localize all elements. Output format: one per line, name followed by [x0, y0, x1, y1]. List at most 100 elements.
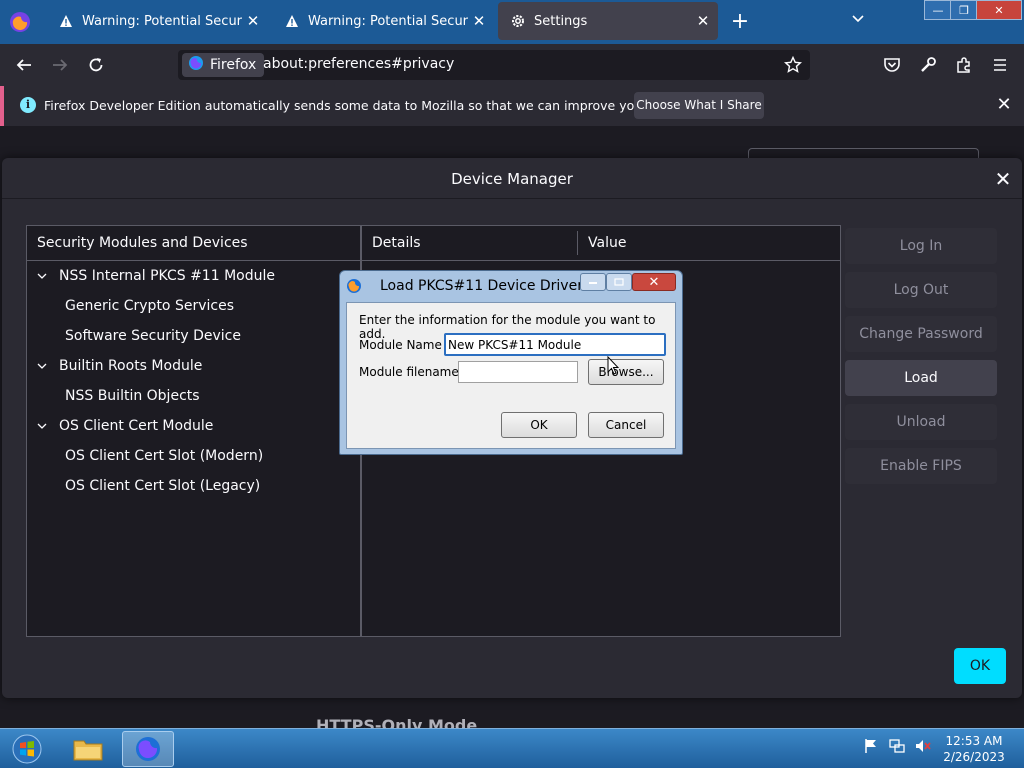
firefox-logo-icon: [188, 55, 204, 75]
tree-item-label: Software Security Device: [65, 328, 241, 344]
tree-item-nss-builtin-objects[interactable]: NSS Builtin Objects: [27, 381, 360, 411]
firefox-logo-icon: [346, 278, 362, 294]
dialog-title: Load PKCS#11 Device Driver: [380, 278, 583, 294]
details-column-header[interactable]: Details: [372, 235, 421, 251]
dialog-close-icon[interactable]: ✕: [992, 168, 1014, 190]
window-minimize-button[interactable]: —: [924, 0, 952, 20]
browse-button[interactable]: Browse...: [588, 359, 664, 385]
pocket-icon[interactable]: [880, 53, 904, 77]
identity-label: Firefox: [210, 57, 257, 73]
start-button-windows-logo-icon[interactable]: [4, 730, 50, 768]
module-name-input[interactable]: New PKCS#11 Module: [444, 333, 666, 356]
identity-box[interactable]: Firefox: [182, 53, 265, 77]
mouse-cursor-icon: [607, 355, 620, 376]
chevron-down-icon[interactable]: [37, 421, 49, 431]
tab-label: Warning: Potential Security Risk Ahead: [82, 13, 242, 29]
notification-close-icon[interactable]: ✕: [994, 95, 1014, 115]
tab-close-icon[interactable]: ✕: [242, 12, 264, 30]
module-filename-label: Module filename: [359, 365, 459, 379]
enable-fips-button[interactable]: Enable FIPS: [845, 448, 997, 484]
tree-column-header[interactable]: Security Modules and Devices: [27, 226, 360, 261]
menu-hamburger-icon[interactable]: [988, 53, 1012, 77]
load-dialog-cancel-button[interactable]: Cancel: [588, 412, 664, 438]
dialog-titlebar[interactable]: Load PKCS#11 Device Driver ✕: [340, 271, 682, 301]
dialog-title: Device Manager: [451, 170, 573, 188]
chevron-down-icon[interactable]: [37, 271, 49, 281]
tree-item-os-client-cert-slot-modern[interactable]: OS Client Cert Slot (Modern): [27, 441, 360, 471]
device-manager-ok-button[interactable]: OK: [954, 648, 1006, 684]
change-password-button[interactable]: Change Password: [845, 316, 997, 352]
tree-item-label: OS Client Cert Slot (Legacy): [65, 478, 261, 494]
gear-icon: [510, 13, 526, 29]
navigation-toolbar: Firefox about:preferences#privacy: [0, 44, 1024, 86]
clock-date: 2/26/2023: [943, 750, 1005, 764]
system-clock[interactable]: 12:53 AM 2/26/2023: [942, 733, 1006, 765]
tree-item-nss-internal-module[interactable]: NSS Internal PKCS #11 Module: [27, 261, 360, 291]
details-table-header: Details Value: [362, 226, 840, 261]
tree-item-label: NSS Builtin Objects: [65, 388, 200, 404]
taskbar-firefox-icon[interactable]: [122, 731, 174, 767]
url-bar[interactable]: Firefox about:preferences#privacy: [178, 50, 810, 80]
load-dialog-ok-button[interactable]: OK: [501, 412, 577, 438]
warning-icon: [284, 13, 300, 29]
warning-icon: [58, 13, 74, 29]
load-pkcs11-dialog: Load PKCS#11 Device Driver ✕ Enter the i…: [339, 270, 683, 455]
windows-taskbar: 12:53 AM 2/26/2023: [0, 728, 1024, 768]
dialog-maximize-button[interactable]: [606, 273, 632, 291]
volume-muted-icon[interactable]: [914, 737, 932, 755]
back-arrow-icon[interactable]: [12, 53, 36, 77]
tree-item-label: Generic Crypto Services: [65, 298, 234, 314]
log-out-button[interactable]: Log Out: [845, 272, 997, 308]
data-collection-notification: i Firefox Developer Edition automaticall…: [0, 86, 1024, 126]
notification-text: Firefox Developer Edition automatically …: [44, 98, 725, 113]
tab-close-icon[interactable]: ✕: [468, 12, 490, 30]
tab-label: Settings: [534, 13, 588, 29]
dialog-minimize-button[interactable]: [580, 273, 606, 291]
list-all-tabs-chevron-down-icon[interactable]: [846, 10, 870, 34]
module-name-label: Module Name: [359, 338, 442, 352]
reload-icon[interactable]: [84, 53, 108, 77]
forward-arrow-icon[interactable]: [48, 53, 72, 77]
extensions-puzzle-icon[interactable]: [952, 53, 976, 77]
tab-settings[interactable]: Settings ✕: [498, 2, 718, 40]
tab-security-warning-1[interactable]: Warning: Potential Security Risk Ahead ✕: [46, 2, 268, 40]
new-tab-button[interactable]: +: [728, 8, 752, 36]
tree-item-label: NSS Internal PKCS #11 Module: [59, 268, 275, 284]
dialog-close-button[interactable]: ✕: [632, 273, 676, 291]
system-tray: [862, 737, 932, 755]
module-filename-input[interactable]: [458, 361, 578, 383]
value-column-header[interactable]: Value: [588, 235, 626, 251]
tab-label: Warning: Potential Security Risk Ahead: [308, 13, 468, 29]
tab-close-icon[interactable]: ✕: [692, 12, 714, 30]
tree-item-software-security-device[interactable]: Software Security Device: [27, 321, 360, 351]
tree-item-label: Builtin Roots Module: [59, 358, 203, 374]
network-icon[interactable]: [888, 737, 906, 755]
url-text[interactable]: about:preferences#privacy: [263, 56, 454, 72]
bookmark-star-icon[interactable]: [782, 54, 804, 76]
dialog-divider: [2, 198, 1022, 199]
wrench-icon[interactable]: [916, 53, 940, 77]
unload-button[interactable]: Unload: [845, 404, 997, 440]
window-maximize-button[interactable]: ❐: [950, 0, 978, 20]
tree-item-label: OS Client Cert Module: [59, 418, 214, 434]
tab-security-warning-2[interactable]: Warning: Potential Security Risk Ahead ✕: [272, 2, 494, 40]
tree-item-os-client-cert-slot-legacy[interactable]: OS Client Cert Slot (Legacy): [27, 471, 360, 501]
tree-item-os-client-cert-module[interactable]: OS Client Cert Module: [27, 411, 360, 441]
choose-what-i-share-button[interactable]: Choose What I Share: [634, 92, 764, 119]
dialog-body: Enter the information for the module you…: [346, 302, 676, 449]
chevron-down-icon[interactable]: [37, 361, 49, 371]
firefox-logo-icon: [0, 0, 40, 44]
tree-item-builtin-roots-module[interactable]: Builtin Roots Module: [27, 351, 360, 381]
tree-item-generic-crypto-services[interactable]: Generic Crypto Services: [27, 291, 360, 321]
action-center-flag-icon[interactable]: [862, 737, 880, 755]
log-in-button[interactable]: Log In: [845, 228, 997, 264]
tree-item-label: OS Client Cert Slot (Modern): [65, 448, 264, 464]
window-close-button[interactable]: ✕: [976, 0, 1022, 20]
tab-strip: Warning: Potential Security Risk Ahead ✕…: [0, 0, 1024, 44]
security-modules-tree[interactable]: Security Modules and Devices NSS Interna…: [26, 225, 361, 637]
info-icon: i: [20, 97, 36, 113]
column-separator[interactable]: [577, 231, 578, 255]
clock-time: 12:53 AM: [945, 734, 1003, 748]
load-button[interactable]: Load: [845, 360, 997, 396]
taskbar-file-explorer-folder-icon[interactable]: [62, 731, 114, 767]
